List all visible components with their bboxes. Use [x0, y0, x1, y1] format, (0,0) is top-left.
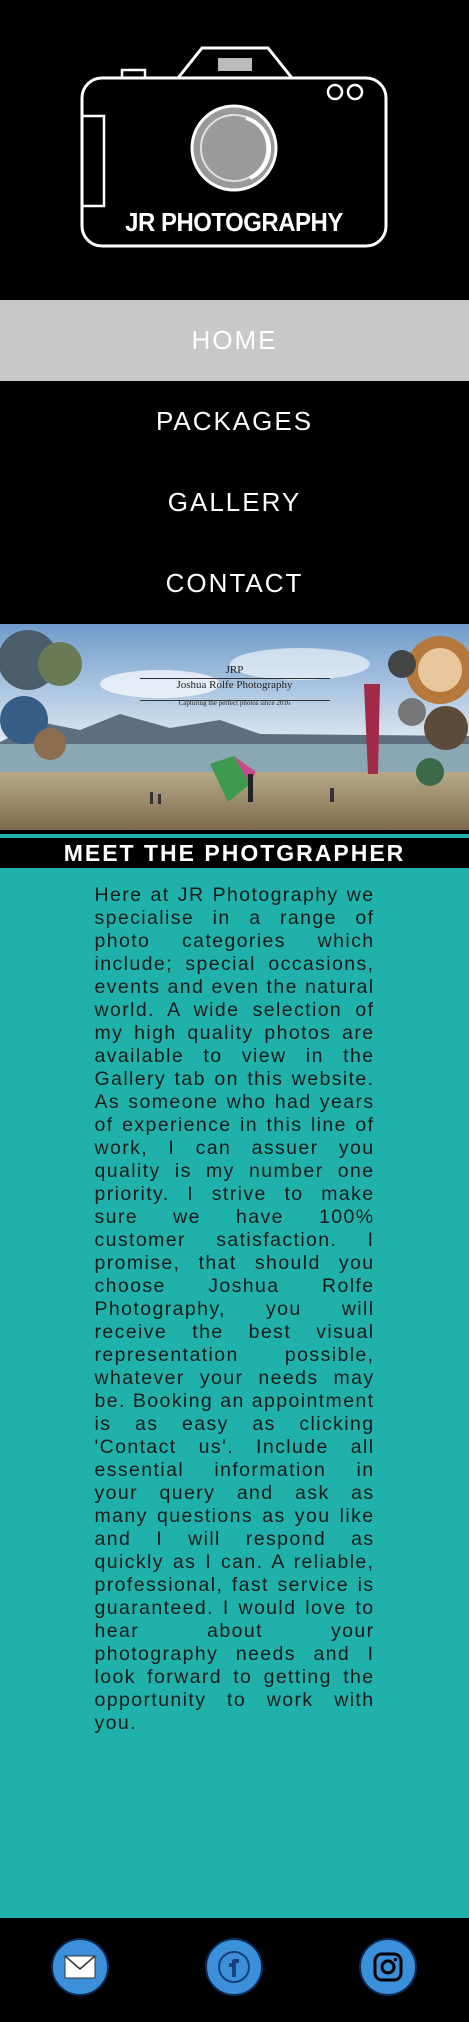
- section-heading: MEET THE PHOTGRAPHER: [0, 834, 469, 868]
- banner-monogram: JRP: [225, 664, 244, 676]
- nav-home[interactable]: HOME: [0, 300, 469, 381]
- about-section: Here at JR Photography we specialise in …: [0, 868, 469, 1918]
- nav-gallery[interactable]: GALLERY: [0, 462, 469, 543]
- mail-link[interactable]: [51, 1938, 109, 1996]
- about-text: Here at JR Photography we specialise in …: [94, 884, 375, 1734]
- hero-banner: JRP Joshua Rolfe Photography Capturing t…: [0, 624, 469, 830]
- instagram-link[interactable]: [359, 1938, 417, 1996]
- site-header: JR PHOTOGRAPHY: [0, 0, 469, 300]
- logo-text: JR PHOTOGRAPHY: [125, 207, 343, 237]
- banner-tagline: Capturing the perfect photos since 2016: [178, 699, 291, 707]
- banner-name: Joshua Rolfe Photography: [176, 679, 293, 691]
- facebook-link[interactable]: [205, 1938, 263, 1996]
- main-nav: HOME PACKAGES GALLERY CONTACT: [0, 300, 469, 624]
- nav-packages[interactable]: PACKAGES: [0, 381, 469, 462]
- facebook-icon: [218, 1951, 250, 1983]
- beach-panorama-image: [0, 624, 469, 830]
- nav-contact[interactable]: CONTACT: [0, 543, 469, 624]
- instagram-icon: [373, 1952, 403, 1982]
- site-footer: [0, 1918, 469, 2022]
- mail-icon: [64, 1955, 96, 1979]
- camera-logo-icon[interactable]: [0, 0, 469, 300]
